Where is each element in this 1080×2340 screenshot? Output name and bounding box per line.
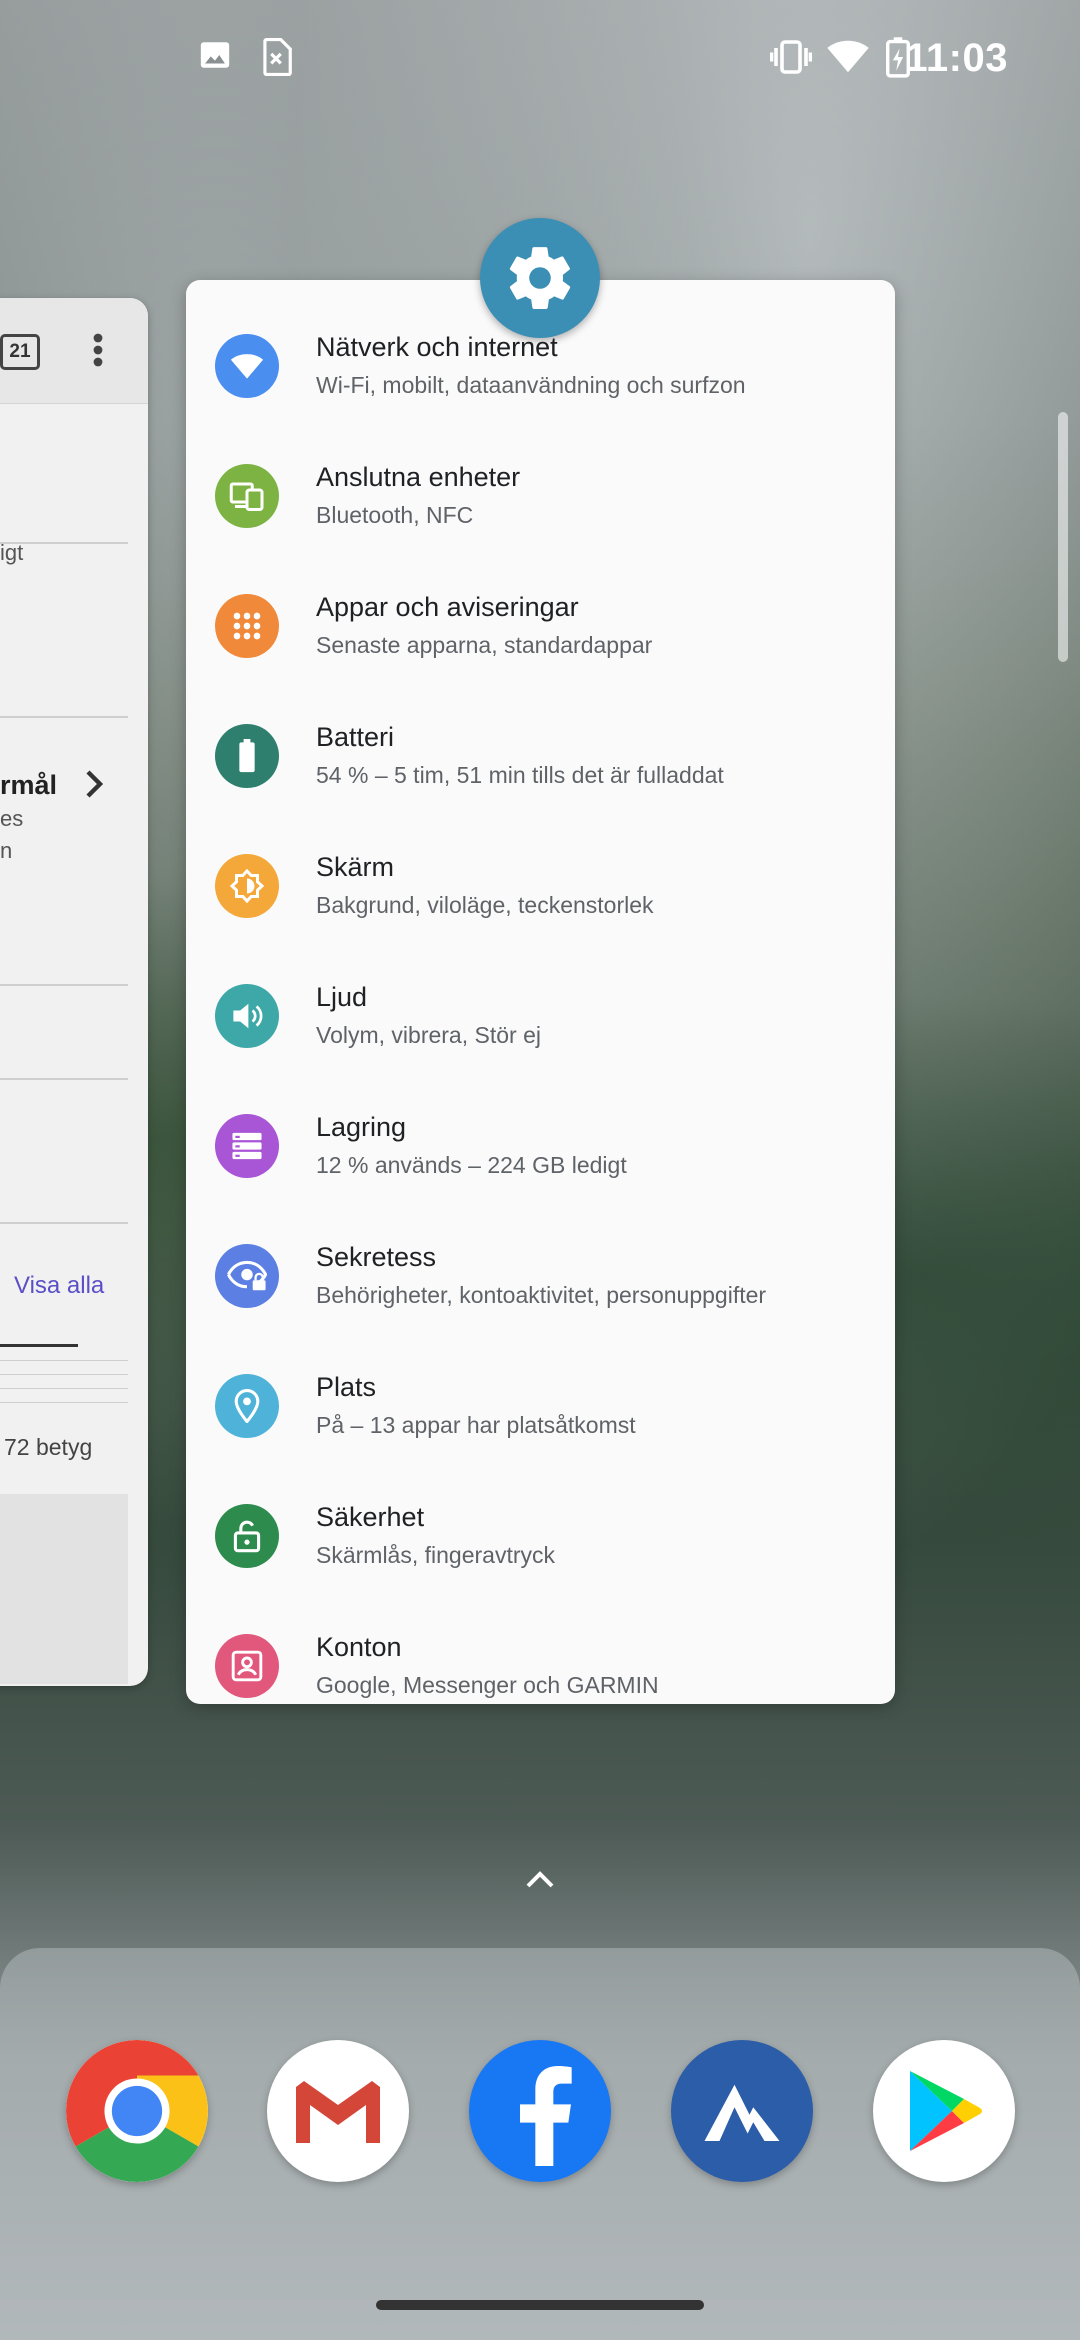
chevron-right-icon[interactable] [84,768,104,805]
tab-count-badge[interactable]: 21 [0,334,40,370]
location-pin-icon [215,1374,279,1438]
image-notification-icon [198,38,232,77]
settings-item-säkerhet[interactable]: Säkerhet Skärmlås, fingeravtryck [186,1462,895,1592]
recent-app-card-settings[interactable]: Nätverk och internet Wi-Fi, mobilt, dataa… [186,280,895,1704]
settings-item-subtitle: På – 13 appar har platsåtkomst [316,1412,636,1438]
settings-item-sekretess[interactable]: Sekretess Behörigheter, kontoaktivitet, p… [186,1202,895,1332]
privacy-eye-icon [215,1244,279,1308]
settings-item-title: Konton [316,1632,402,1662]
settings-item-subtitle: Wi-Fi, mobilt, dataanvändning och surfzo… [316,372,746,398]
settings-item-subtitle: Bluetooth, NFC [316,502,474,528]
facebook-icon[interactable] [469,2040,611,2182]
left-card-toolbar: 21 [0,298,148,404]
wifi-icon [826,38,870,79]
snippet-text: es [0,806,24,831]
settings-item-title: Batteri [316,722,395,752]
status-time: 11:03 [905,36,1008,80]
rating-bar [0,1374,128,1375]
settings-item-konton[interactable]: Konton Google, Messenger och GARMIN [186,1592,895,1704]
gmail-icon[interactable] [267,2040,409,2182]
settings-item-subtitle: Bakgrund, viloläge, teckenstorlek [316,892,654,918]
settings-item-title: Sekretess [316,1242,437,1272]
divider [0,716,128,718]
settings-item-subtitle: Senaste apparna, standardappar [316,632,653,658]
settings-item-subtitle: Volym, vibrera, Stör ej [316,1022,541,1048]
show-all-link[interactable]: Visa alla [14,1272,104,1300]
settings-item-subtitle: 54 % – 5 tim, 51 min tills det är fullad… [316,762,724,788]
storage-icon [215,1114,279,1178]
rating-bar [0,1388,128,1389]
connected-devices-icon [215,464,279,528]
settings-item-plats[interactable]: Plats På – 13 appar har platsåtkomst [186,1332,895,1462]
settings-item-title: Lagring [316,1112,407,1142]
wifi-icon [215,334,279,398]
rating-bar [0,1402,128,1403]
battery-icon [215,724,279,788]
divider [0,1078,128,1080]
divider [0,1222,128,1224]
settings-item-title: Skärm [316,852,395,882]
settings-item-subtitle: Skärmlås, fingeravtryck [316,1542,556,1568]
overflow-menu-icon[interactable] [92,332,104,373]
rating-bar [0,1344,78,1347]
lock-open-icon [215,1504,279,1568]
settings-item-title: Appar och aviseringar [316,592,579,622]
status-bar: 11:03 [0,0,1080,120]
snippet-text: igt [0,540,24,565]
settings-item-subtitle: Behörigheter, kontoaktivitet, personuppg… [316,1282,767,1308]
apps-grid-icon [215,594,279,658]
divider [0,984,128,986]
play-store-icon[interactable] [873,2040,1015,2182]
brightness-icon [215,854,279,918]
snippet-heading: rmål [0,770,58,800]
recent-app-card-left[interactable]: 21 igt rmål es n Visa alla 72 betyg [0,298,148,1686]
settings-item-lagring[interactable]: Lagring 12 % används – 224 GB ledigt [186,1072,895,1202]
settings-item-title: Ljud [316,982,368,1012]
settings-item-title: Anslutna enheter [316,462,521,492]
settings-item-ljud[interactable]: Ljud Volym, vibrera, Stör ej [186,942,895,1072]
settings-item-anslutna-enheter[interactable]: Anslutna enheter Bluetooth, NFC [186,422,895,552]
nordvpn-icon[interactable] [671,2040,813,2182]
vibrate-icon [769,40,813,79]
image-placeholder [0,1494,128,1684]
navigation-handle[interactable] [376,2300,704,2310]
settings-item-subtitle: Google, Messenger och GARMIN [316,1672,659,1698]
chevron-up-icon[interactable] [526,1870,554,1893]
scroll-handle[interactable] [1058,412,1068,662]
settings-item-batteri[interactable]: Batteri 54 % – 5 tim, 51 min tills det är… [186,682,895,812]
rating-bar [0,1360,128,1361]
ratings-count: 72 betyg [4,1434,93,1460]
settings-gear-icon[interactable] [480,218,600,338]
volume-icon [215,984,279,1048]
settings-item-title: Nätverk och internet [316,332,558,362]
settings-item-appar-och-aviseringar[interactable]: Appar och aviseringar Senaste apparna, st… [186,552,895,682]
snippet-text: n [0,838,13,863]
settings-item-title: Säkerhet [316,1502,425,1532]
account-icon [215,1634,279,1698]
chrome-icon[interactable] [66,2040,208,2182]
settings-item-skärm[interactable]: Skärm Bakgrund, viloläge, teckenstorlek [186,812,895,942]
settings-item-subtitle: 12 % används – 224 GB ledigt [316,1152,627,1178]
settings-item-title: Plats [316,1372,377,1402]
no-sim-icon [260,38,292,81]
